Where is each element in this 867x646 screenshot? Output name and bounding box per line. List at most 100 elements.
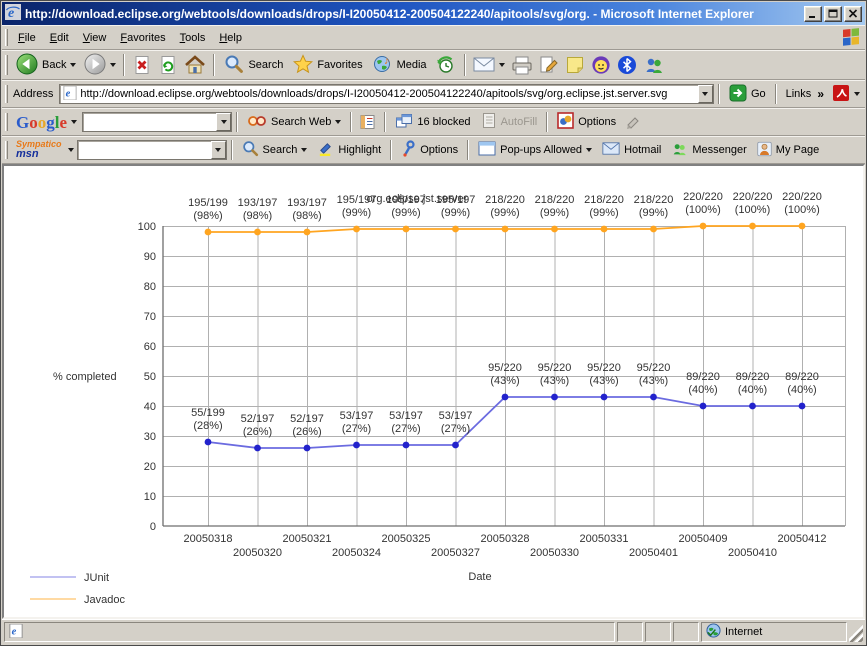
- address-input[interactable]: e http://download.eclipse.org/webtools/d…: [59, 84, 714, 104]
- google-menu-button[interactable]: Google: [11, 109, 82, 135]
- menu-tools[interactable]: Tools: [173, 29, 213, 47]
- svg-text:20050330: 20050330: [530, 547, 579, 559]
- adobe-pdf-button[interactable]: [829, 81, 863, 107]
- yahoo-messenger-button[interactable]: [588, 52, 614, 78]
- svg-text:89/220: 89/220: [686, 371, 720, 383]
- menu-view[interactable]: View: [76, 29, 114, 47]
- mail-button[interactable]: [470, 52, 508, 78]
- google-search-dropdown-button[interactable]: [216, 113, 231, 131]
- highlight-icon: [317, 140, 334, 160]
- refresh-button[interactable]: [155, 52, 181, 78]
- svg-text:(43%): (43%): [490, 375, 519, 387]
- home-button[interactable]: [181, 52, 209, 78]
- data-point: [551, 226, 558, 233]
- svg-text:55/199: 55/199: [191, 407, 225, 419]
- svg-text:(99%): (99%): [589, 207, 618, 219]
- svg-text:195/199: 195/199: [188, 197, 228, 209]
- sympatico-msn-logo: Sympatico msn: [14, 139, 64, 161]
- close-button[interactable]: [844, 6, 862, 22]
- data-point: [601, 394, 608, 401]
- forward-icon: [84, 53, 106, 78]
- series-javadoc: 195/199(98%)193/197(98%)193/197(98%)195/…: [188, 191, 822, 235]
- svg-text:89/220: 89/220: [736, 371, 770, 383]
- address-dropdown-button[interactable]: [698, 85, 713, 103]
- back-button[interactable]: Back: [11, 52, 81, 78]
- msn-menu-button[interactable]: Sympatico msn: [11, 137, 77, 163]
- popup-blocker-button[interactable]: 16 blocked: [390, 109, 475, 135]
- messenger-button[interactable]: Messenger: [666, 137, 751, 163]
- svg-text:(40%): (40%): [738, 384, 767, 396]
- media-button[interactable]: ♪ Media: [368, 52, 432, 78]
- popups-allowed-button[interactable]: Pop-ups Allowed: [473, 137, 597, 163]
- msn-search-input[interactable]: [77, 140, 227, 160]
- title-bar: e http://download.eclipse.org/webtools/d…: [2, 2, 865, 25]
- svg-text:60: 60: [144, 341, 156, 353]
- highlight-button[interactable]: Highlight: [312, 137, 386, 163]
- msn-search-text[interactable]: [81, 142, 208, 158]
- back-icon: [16, 53, 38, 78]
- menu-bar: File Edit View Favorites Tools Help: [2, 25, 865, 50]
- minimize-button[interactable]: [804, 6, 822, 22]
- google-news-button[interactable]: [356, 109, 380, 135]
- menu-edit[interactable]: Edit: [43, 29, 76, 47]
- status-bar: e Internet: [2, 619, 865, 644]
- svg-text:Javadoc: Javadoc: [84, 594, 125, 606]
- x-axis-date-labels: 2005031820050320200503212005032420050325…: [184, 533, 827, 559]
- svg-line-chart: 0102030405060708090100200503182005032020…: [4, 166, 863, 619]
- status-message-pane: e: [4, 622, 615, 642]
- google-search-text[interactable]: [86, 114, 213, 130]
- notes-button[interactable]: [562, 52, 588, 78]
- addressbar-grip[interactable]: [5, 85, 8, 103]
- edit-button[interactable]: [536, 52, 562, 78]
- stop-button[interactable]: [129, 52, 155, 78]
- data-point: [304, 445, 311, 452]
- hotmail-icon: [602, 142, 620, 158]
- security-zone-label: Internet: [725, 626, 762, 638]
- menu-favorites[interactable]: Favorites: [113, 29, 172, 47]
- googlebar-grip[interactable]: [5, 113, 8, 131]
- hotmail-button[interactable]: Hotmail: [597, 137, 666, 163]
- menu-help[interactable]: Help: [212, 29, 249, 47]
- links-button[interactable]: Links »: [781, 81, 829, 107]
- back-dropdown-icon: [70, 63, 76, 67]
- svg-text:(99%): (99%): [391, 207, 420, 219]
- google-search-input[interactable]: [82, 112, 232, 132]
- google-options-button[interactable]: Options: [552, 109, 621, 135]
- messenger-buddy-icon: [671, 141, 688, 160]
- autofill-button[interactable]: AutoFill: [476, 109, 543, 135]
- my-page-icon: [757, 141, 772, 160]
- msn-search-button[interactable]: Search: [237, 137, 313, 163]
- msn-search-dropdown-button[interactable]: [211, 141, 226, 159]
- data-point: [650, 394, 657, 401]
- maximize-button[interactable]: [824, 6, 842, 22]
- msn-options-button[interactable]: Options: [396, 137, 463, 163]
- svg-text:(100%): (100%): [735, 204, 770, 216]
- svg-text:40: 40: [144, 401, 156, 413]
- favorites-button[interactable]: Favorites: [288, 52, 367, 78]
- toolbar-grip[interactable]: [5, 55, 8, 75]
- svg-text:(28%): (28%): [193, 420, 222, 432]
- go-button[interactable]: Go: [724, 81, 771, 107]
- menu-file[interactable]: File: [11, 29, 43, 47]
- resize-grip[interactable]: [849, 622, 863, 642]
- data-point: [601, 226, 608, 233]
- menubar-grip[interactable]: [5, 29, 8, 45]
- svg-text:220/220: 220/220: [683, 191, 723, 203]
- msn-messenger-button[interactable]: [640, 52, 668, 78]
- forward-button[interactable]: [81, 52, 119, 78]
- search-web-button[interactable]: Search Web: [242, 109, 346, 135]
- msnbar-grip[interactable]: [5, 141, 8, 159]
- svg-text:193/197: 193/197: [238, 197, 278, 209]
- svg-text:(26%): (26%): [243, 426, 272, 438]
- search-button[interactable]: Search: [219, 52, 288, 78]
- svg-text:220/220: 220/220: [733, 191, 773, 203]
- history-button[interactable]: [432, 52, 460, 78]
- svg-text:(27%): (27%): [441, 423, 470, 435]
- print-button[interactable]: [508, 52, 536, 78]
- google-highlight-button[interactable]: [621, 109, 645, 135]
- svg-text:♪: ♪: [384, 55, 390, 67]
- status-pane-1: [617, 622, 643, 642]
- my-page-button[interactable]: My Page: [752, 137, 824, 163]
- svg-text:(43%): (43%): [589, 375, 618, 387]
- bluetooth-button[interactable]: [614, 52, 640, 78]
